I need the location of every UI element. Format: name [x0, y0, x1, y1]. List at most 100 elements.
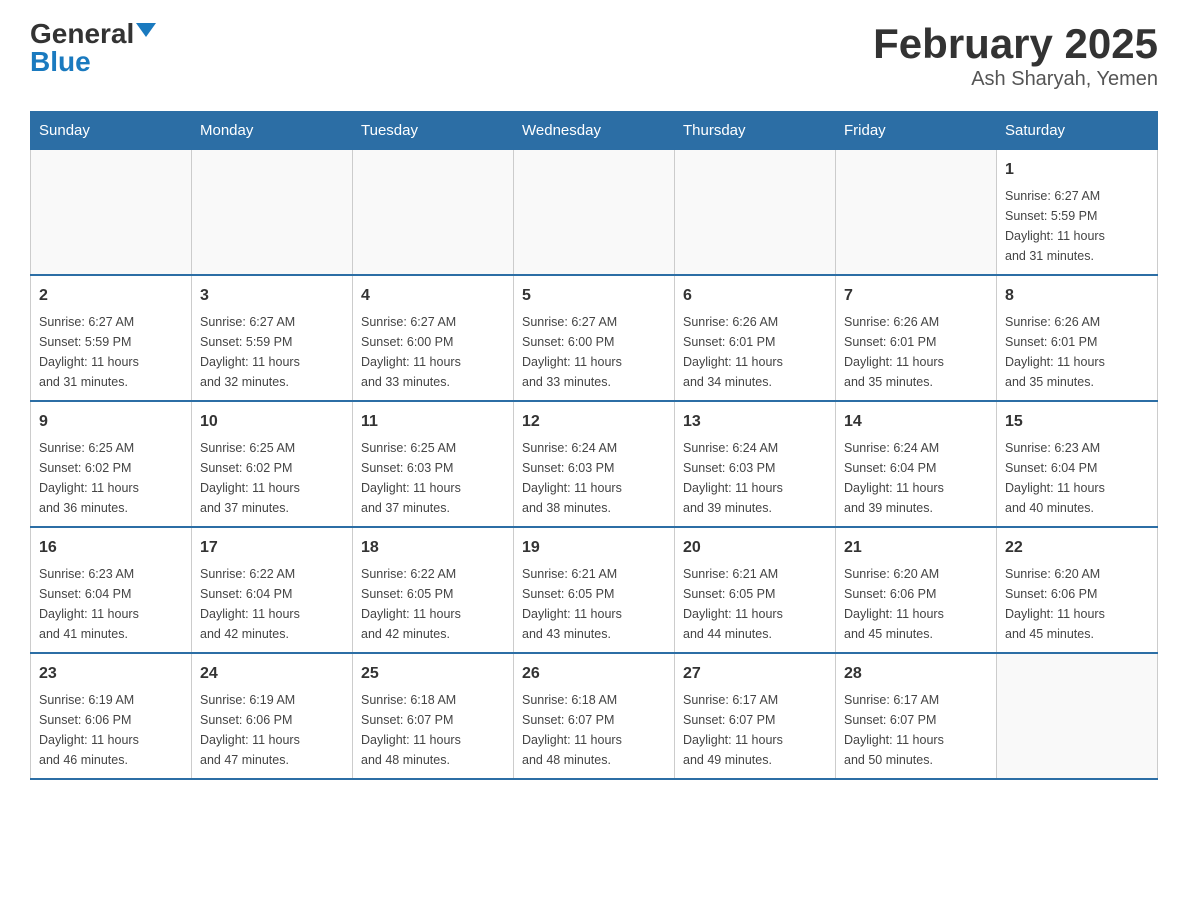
calendar-cell: 5 Sunrise: 6:27 AM Sunset: 6:00 PM Daylig… — [514, 275, 675, 401]
day-number: 14 — [844, 410, 988, 434]
calendar-cell: 9Sunrise: 6:25 AM Sunset: 6:02 PM Daylig… — [31, 401, 192, 527]
day-info: Sunrise: 6:20 AM Sunset: 6:06 PM Dayligh… — [844, 564, 988, 644]
calendar-cell — [192, 150, 353, 276]
calendar-cell: 13 Sunrise: 6:24 AM Sunset: 6:03 PM Dayli… — [675, 401, 836, 527]
calendar-cell — [997, 653, 1158, 779]
calendar-cell: 24 Sunrise: 6:19 AM Sunset: 6:06 PM Dayli… — [192, 653, 353, 779]
calendar-cell: 11 Sunrise: 6:25 AM Sunset: 6:03 PM Dayli… — [353, 401, 514, 527]
day-info: Sunrise: 6:24 AM Sunset: 6:03 PM Dayligh… — [522, 438, 666, 518]
logo-general-text: General — [30, 20, 134, 48]
day-number: 19 — [522, 536, 666, 560]
title-block: February 2025 Ash Sharyah, Yemen — [873, 20, 1158, 91]
day-header-sunday: Sunday — [31, 112, 192, 150]
day-number: 23 — [39, 662, 183, 686]
calendar-cell: 18 Sunrise: 6:22 AM Sunset: 6:05 PM Dayli… — [353, 527, 514, 653]
day-info: Sunrise: 6:17 AM Sunset: 6:07 PM Dayligh… — [683, 690, 827, 770]
day-header-tuesday: Tuesday — [353, 112, 514, 150]
day-number: 26 — [522, 662, 666, 686]
day-header-friday: Friday — [836, 112, 997, 150]
day-info: Sunrise: 6:22 AM Sunset: 6:05 PM Dayligh… — [361, 564, 505, 644]
day-info: Sunrise: 6:26 AM Sunset: 6:01 PM Dayligh… — [844, 312, 988, 392]
calendar-cell: 22Sunrise: 6:20 AM Sunset: 6:06 PM Dayli… — [997, 527, 1158, 653]
day-number: 20 — [683, 536, 827, 560]
day-header-wednesday: Wednesday — [514, 112, 675, 150]
logo: General Blue — [30, 20, 156, 76]
calendar-cell: 7Sunrise: 6:26 AM Sunset: 6:01 PM Daylig… — [836, 275, 997, 401]
day-info: Sunrise: 6:17 AM Sunset: 6:07 PM Dayligh… — [844, 690, 988, 770]
day-info: Sunrise: 6:27 AM Sunset: 5:59 PM Dayligh… — [39, 312, 183, 392]
day-info: Sunrise: 6:27 AM Sunset: 5:59 PM Dayligh… — [1005, 186, 1149, 266]
calendar-body: 1 Sunrise: 6:27 AM Sunset: 5:59 PM Daylig… — [31, 150, 1158, 780]
location-label: Ash Sharyah, Yemen — [873, 68, 1158, 91]
day-number: 6 — [683, 284, 827, 308]
day-number: 9 — [39, 410, 183, 434]
week-row-2: 2 Sunrise: 6:27 AM Sunset: 5:59 PM Daylig… — [31, 275, 1158, 401]
calendar-cell: 14 Sunrise: 6:24 AM Sunset: 6:04 PM Dayli… — [836, 401, 997, 527]
day-info: Sunrise: 6:19 AM Sunset: 6:06 PM Dayligh… — [39, 690, 183, 770]
day-info: Sunrise: 6:27 AM Sunset: 6:00 PM Dayligh… — [361, 312, 505, 392]
day-number: 3 — [200, 284, 344, 308]
calendar-cell: 2 Sunrise: 6:27 AM Sunset: 5:59 PM Daylig… — [31, 275, 192, 401]
day-number: 17 — [200, 536, 344, 560]
day-info: Sunrise: 6:18 AM Sunset: 6:07 PM Dayligh… — [361, 690, 505, 770]
day-info: Sunrise: 6:24 AM Sunset: 6:04 PM Dayligh… — [844, 438, 988, 518]
calendar-cell: 27 Sunrise: 6:17 AM Sunset: 6:07 PM Dayli… — [675, 653, 836, 779]
calendar-cell — [353, 150, 514, 276]
month-title: February 2025 — [873, 20, 1158, 68]
calendar-cell: 15 Sunrise: 6:23 AM Sunset: 6:04 PM Dayli… — [997, 401, 1158, 527]
day-info: Sunrise: 6:25 AM Sunset: 6:02 PM Dayligh… — [200, 438, 344, 518]
calendar-cell: 6 Sunrise: 6:26 AM Sunset: 6:01 PM Daylig… — [675, 275, 836, 401]
day-number: 11 — [361, 410, 505, 434]
calendar-cell: 8Sunrise: 6:26 AM Sunset: 6:01 PM Daylig… — [997, 275, 1158, 401]
day-number: 16 — [39, 536, 183, 560]
calendar-cell: 20 Sunrise: 6:21 AM Sunset: 6:05 PM Dayli… — [675, 527, 836, 653]
week-row-3: 9 Sunrise: 6:25 AM Sunset: 6:02 PM Daylig… — [31, 401, 1158, 527]
day-info: Sunrise: 6:27 AM Sunset: 6:00 PM Dayligh… — [522, 312, 666, 392]
day-info: Sunrise: 6:26 AM Sunset: 6:01 PM Dayligh… — [683, 312, 827, 392]
day-info: Sunrise: 6:20 AM Sunset: 6:06 PM Dayligh… — [1005, 564, 1149, 644]
calendar-cell: 3 Sunrise: 6:27 AM Sunset: 5:59 PM Daylig… — [192, 275, 353, 401]
calendar-cell: 23 Sunrise: 6:19 AM Sunset: 6:06 PM Dayli… — [31, 653, 192, 779]
day-number: 25 — [361, 662, 505, 686]
day-info: Sunrise: 6:19 AM Sunset: 6:06 PM Dayligh… — [200, 690, 344, 770]
day-number: 5 — [522, 284, 666, 308]
calendar-cell: 21 Sunrise: 6:20 AM Sunset: 6:06 PM Dayli… — [836, 527, 997, 653]
day-number: 1 — [1005, 158, 1149, 182]
day-number: 2 — [39, 284, 183, 308]
day-number: 21 — [844, 536, 988, 560]
calendar-header: SundayMondayTuesdayWednesdayThursdayFrid… — [31, 112, 1158, 150]
day-number: 13 — [683, 410, 827, 434]
week-row-5: 23 Sunrise: 6:19 AM Sunset: 6:06 PM Dayli… — [31, 653, 1158, 779]
week-row-4: 16 Sunrise: 6:23 AM Sunset: 6:04 PM Dayli… — [31, 527, 1158, 653]
calendar-cell: 1 Sunrise: 6:27 AM Sunset: 5:59 PM Daylig… — [997, 150, 1158, 276]
calendar-cell: 17 Sunrise: 6:22 AM Sunset: 6:04 PM Dayli… — [192, 527, 353, 653]
calendar-cell — [675, 150, 836, 276]
calendar-cell — [31, 150, 192, 276]
day-info: Sunrise: 6:27 AM Sunset: 5:59 PM Dayligh… — [200, 312, 344, 392]
day-number: 24 — [200, 662, 344, 686]
day-info: Sunrise: 6:23 AM Sunset: 6:04 PM Dayligh… — [39, 564, 183, 644]
day-number: 12 — [522, 410, 666, 434]
day-info: Sunrise: 6:23 AM Sunset: 6:04 PM Dayligh… — [1005, 438, 1149, 518]
day-info: Sunrise: 6:25 AM Sunset: 6:03 PM Dayligh… — [361, 438, 505, 518]
day-number: 10 — [200, 410, 344, 434]
calendar-cell: 25 Sunrise: 6:18 AM Sunset: 6:07 PM Dayli… — [353, 653, 514, 779]
day-header-thursday: Thursday — [675, 112, 836, 150]
day-number: 18 — [361, 536, 505, 560]
calendar-cell: 16 Sunrise: 6:23 AM Sunset: 6:04 PM Dayli… — [31, 527, 192, 653]
day-info: Sunrise: 6:21 AM Sunset: 6:05 PM Dayligh… — [683, 564, 827, 644]
day-info: Sunrise: 6:21 AM Sunset: 6:05 PM Dayligh… — [522, 564, 666, 644]
logo-arrow-icon — [136, 23, 156, 37]
day-number: 27 — [683, 662, 827, 686]
day-header-saturday: Saturday — [997, 112, 1158, 150]
calendar-cell — [514, 150, 675, 276]
day-info: Sunrise: 6:24 AM Sunset: 6:03 PM Dayligh… — [683, 438, 827, 518]
day-info: Sunrise: 6:18 AM Sunset: 6:07 PM Dayligh… — [522, 690, 666, 770]
calendar-cell: 10 Sunrise: 6:25 AM Sunset: 6:02 PM Dayli… — [192, 401, 353, 527]
day-header-row: SundayMondayTuesdayWednesdayThursdayFrid… — [31, 112, 1158, 150]
day-number: 8 — [1005, 284, 1149, 308]
calendar-cell: 12 Sunrise: 6:24 AM Sunset: 6:03 PM Dayli… — [514, 401, 675, 527]
day-number: 15 — [1005, 410, 1149, 434]
calendar-table: SundayMondayTuesdayWednesdayThursdayFrid… — [30, 111, 1158, 780]
day-info: Sunrise: 6:22 AM Sunset: 6:04 PM Dayligh… — [200, 564, 344, 644]
